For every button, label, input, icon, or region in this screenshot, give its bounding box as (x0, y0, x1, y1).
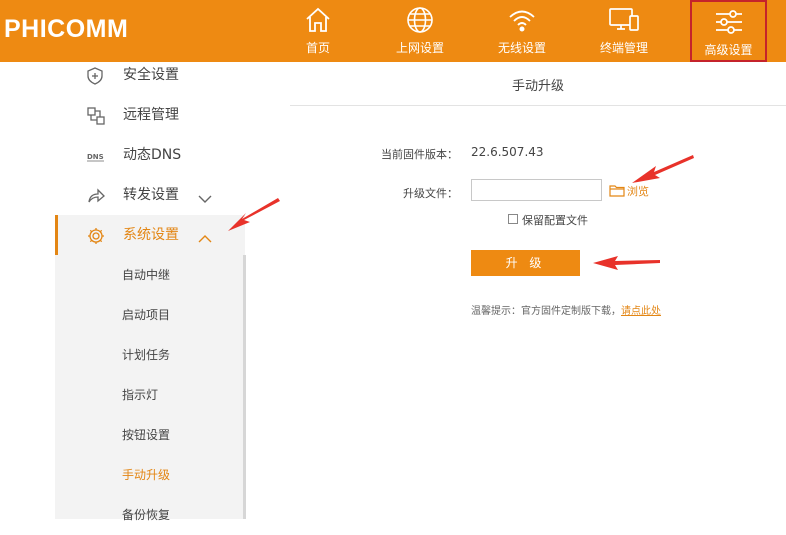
hint-message: 温馨提示：官方固件定制版下载， (471, 306, 621, 317)
submenu-item-label: 按钮设置 (122, 428, 171, 442)
hint-text: 温馨提示：官方固件定制版下载，请点此处 (471, 302, 661, 317)
submenu-item-manual-upgrade[interactable]: 手动升级 (55, 455, 245, 495)
sidebar-item-system-settings[interactable]: 系统设置 (55, 215, 245, 255)
keep-config-checkbox[interactable] (508, 214, 518, 224)
devices-icon (608, 6, 640, 38)
shield-icon (87, 67, 103, 89)
nav-advanced-settings-label: 高级设置 (704, 43, 753, 57)
sidebar-scrollbar[interactable] (243, 255, 246, 519)
wifi-icon (507, 6, 537, 38)
browse-button[interactable]: 浏览 (609, 182, 649, 200)
submenu-item-label: 手动升级 (122, 468, 171, 482)
arrow-to-upgrade-button (593, 256, 660, 270)
folder-icon (609, 182, 625, 201)
brand-logo: PHICOMM (4, 15, 129, 43)
sliders-icon (714, 8, 744, 40)
remote-icon (87, 107, 105, 129)
home-icon (304, 6, 332, 38)
upgrade-button[interactable]: 升 级 (471, 250, 580, 276)
submenu-item-label: 自动中继 (122, 268, 171, 282)
page-title: 手动升级 (511, 79, 564, 94)
chevron-down-icon (198, 189, 212, 208)
nav-home-label: 首页 (305, 41, 330, 55)
title-divider (290, 105, 786, 106)
firmware-version-label: 当前固件版本： (381, 148, 458, 161)
submenu-item-label: 指示灯 (122, 388, 159, 402)
nav-device-management-label: 终端管理 (599, 41, 648, 55)
chevron-up-icon (198, 229, 212, 248)
nav-device-management[interactable]: 终端管理 (590, 0, 658, 62)
firmware-download-link[interactable]: 请点此处 (621, 306, 661, 317)
submenu-item-label: 备份恢复 (122, 508, 171, 522)
gear-icon (87, 227, 105, 249)
submenu-item-label: 启动项目 (122, 308, 171, 322)
nav-wireless-settings-label: 无线设置 (497, 41, 546, 55)
submenu-item-startup-items[interactable]: 启动项目 (55, 295, 245, 335)
selected-indicator (55, 215, 58, 255)
forward-icon (87, 187, 105, 209)
svg-text:DNS: DNS (87, 153, 104, 161)
nav-home[interactable]: 首页 (288, 0, 348, 62)
arrow-to-browse (632, 155, 694, 183)
dns-icon: DNS (87, 147, 105, 169)
sidebar-item-label: 远程管理 (123, 107, 179, 123)
sidebar-item-label: 系统设置 (123, 227, 179, 243)
submenu-item-label: 计划任务 (122, 348, 171, 362)
nav-internet-settings[interactable]: 上网设置 (386, 0, 454, 62)
submenu-item-button-settings[interactable]: 按钮设置 (55, 415, 245, 455)
sidebar-item-remote-management[interactable]: 远程管理 (55, 95, 245, 135)
browse-label: 浏览 (627, 185, 649, 198)
submenu-item-backup-restore[interactable]: 备份恢复 (55, 495, 245, 535)
sidebar-item-security[interactable]: 安全设置 (55, 55, 245, 95)
firmware-version-value: 22.6.507.43 (471, 145, 544, 159)
sidebar-item-forwarding[interactable]: 转发设置 (55, 175, 245, 215)
sidebar-item-label: 转发设置 (123, 187, 179, 203)
keep-config-label: 保留配置文件 (522, 214, 588, 227)
upgrade-file-input[interactable] (471, 179, 602, 201)
submenu-item-scheduled-tasks[interactable]: 计划任务 (55, 335, 245, 375)
nav-internet-settings-label: 上网设置 (395, 41, 444, 55)
submenu-item-indicator-light[interactable]: 指示灯 (55, 375, 245, 415)
submenu-item-auto-relay[interactable]: 自动中继 (55, 255, 245, 295)
sidebar-item-label: 安全设置 (123, 67, 179, 83)
globe-icon (406, 6, 434, 38)
upgrade-file-label: 升级文件： (403, 187, 458, 200)
nav-wireless-settings[interactable]: 无线设置 (488, 0, 556, 62)
sidebar-item-label: 动态DNS (123, 147, 182, 163)
sidebar-item-dynamic-dns[interactable]: DNS 动态DNS (55, 135, 245, 175)
nav-advanced-settings[interactable]: 高级设置 (690, 0, 767, 62)
